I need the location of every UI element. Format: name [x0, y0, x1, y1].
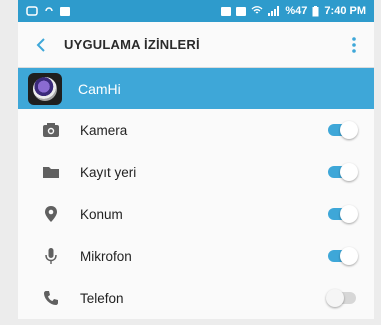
permission-row-kamera[interactable]: Kamera [18, 109, 374, 151]
chevron-left-icon [36, 37, 45, 52]
permission-toggle-kayit-yeri[interactable] [326, 163, 358, 181]
notification-icon [26, 6, 38, 16]
phone-icon [40, 287, 62, 309]
status-left-icons [26, 6, 70, 16]
wifi-icon [251, 6, 263, 14]
page-title: UYGULAMA İZİNLERİ [64, 37, 200, 52]
message-icon [60, 6, 70, 16]
permission-toggle-mikrofon[interactable] [326, 247, 358, 265]
permission-label: Telefon [80, 290, 124, 306]
sync-icon [45, 7, 53, 12]
permission-label: Kayıt yeri [80, 164, 137, 180]
app-name: CamHi [78, 80, 121, 97]
status-time: 7:40 PM [324, 5, 366, 17]
status-bar: %47 7:40 PM [18, 0, 374, 22]
camhi-app-icon [28, 72, 62, 105]
more-vert-icon [352, 36, 356, 53]
permission-row-konum[interactable]: Konum [18, 193, 374, 235]
location-pin-icon [40, 203, 62, 225]
folder-icon [40, 161, 62, 183]
camera-icon [40, 119, 62, 141]
more-options-button[interactable] [344, 32, 364, 58]
permission-row-telefon[interactable]: Telefon [18, 277, 374, 319]
permissions-list: Kamera Kayıt yeri Konum Mikrofon Telefon [18, 109, 374, 319]
permission-toggle-telefon[interactable] [326, 289, 358, 307]
permission-row-mikrofon[interactable]: Mikrofon [18, 235, 374, 277]
permission-label: Kamera [80, 122, 128, 138]
permission-label: Mikrofon [80, 248, 132, 264]
signal-icon [268, 6, 280, 16]
microphone-icon [40, 245, 62, 267]
permission-row-kayit-yeri[interactable]: Kayıt yeri [18, 151, 374, 193]
back-button[interactable] [28, 32, 54, 58]
permission-label: Konum [80, 206, 123, 222]
permission-toggle-konum[interactable] [326, 205, 358, 223]
battery-icon [312, 5, 319, 16]
app-bar: UYGULAMA İZİNLERİ [18, 22, 374, 68]
status-right-icons: %47 7:40 PM [221, 5, 366, 17]
app-header: CamHi [18, 68, 374, 109]
battery-percent: %47 [285, 5, 308, 17]
camera-lens-graphic [33, 76, 57, 101]
cast-icon [236, 6, 247, 16]
alarm-icon [221, 6, 232, 16]
screen-bottom-border [18, 319, 374, 325]
permission-toggle-kamera[interactable] [326, 121, 358, 139]
